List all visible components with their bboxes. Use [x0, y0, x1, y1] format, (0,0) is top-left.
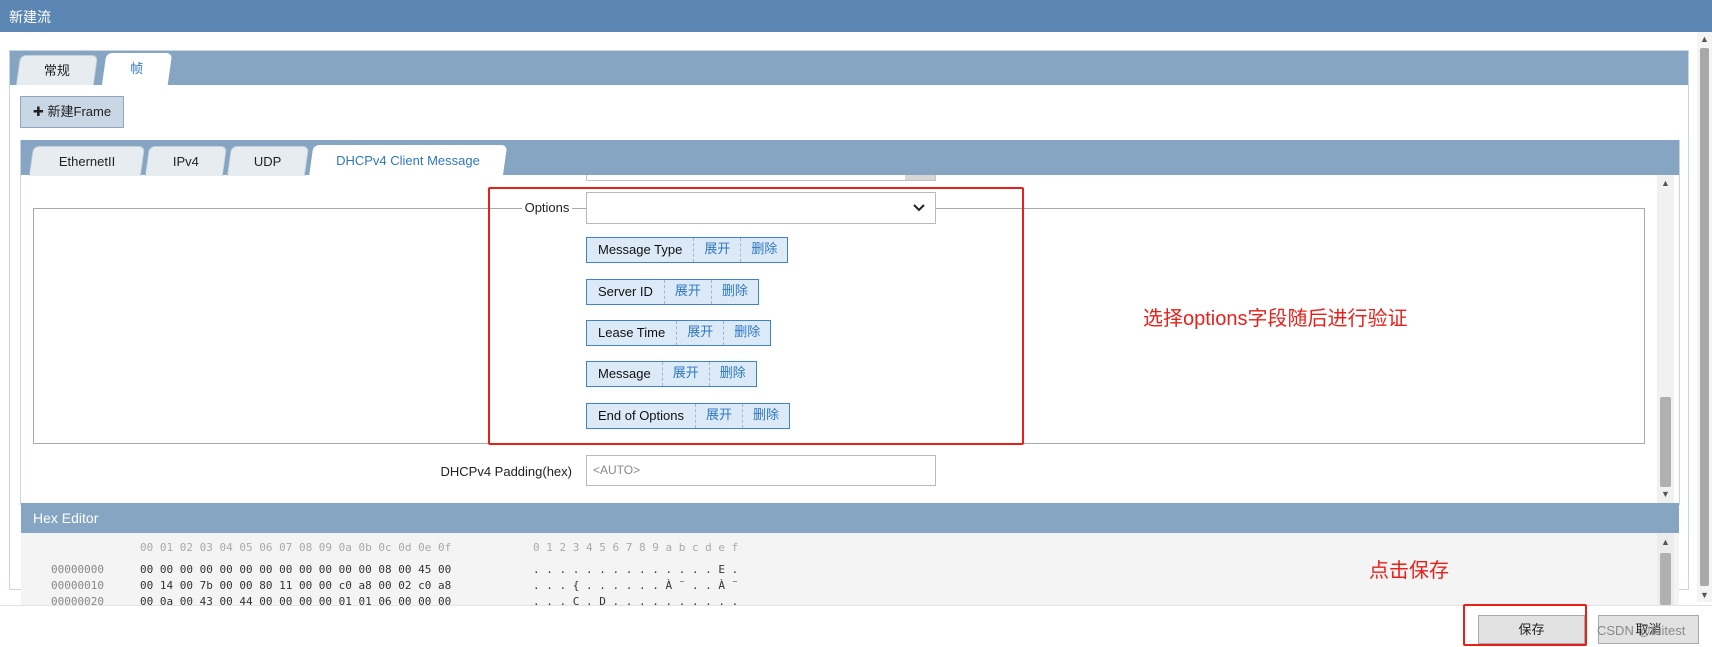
- window-titlebar: 新建流: [0, 0, 1712, 32]
- hex-scrollbar-thumb[interactable]: [1660, 553, 1671, 605]
- padding-input[interactable]: <AUTO>: [586, 455, 936, 486]
- tab-frame[interactable]: 帧: [101, 53, 173, 86]
- hex-row-ascii: . . . . . . . . . . . . . . E .: [533, 563, 739, 576]
- hex-editor-header: Hex Editor: [21, 503, 1679, 533]
- hex-row-bytes: 00 14 00 7b 00 00 80 11 00 00 c0 a8 00 0…: [140, 579, 452, 592]
- hex-editor-scrollbar[interactable]: ▲: [1657, 533, 1674, 605]
- tab-ipv4-label: IPv4: [172, 154, 199, 169]
- watermark-text: CSDN @tuitest: [1597, 623, 1686, 638]
- tab-general-label: 常规: [43, 63, 70, 78]
- hex-row-bytes: 00 0a 00 43 00 44 00 00 00 00 01 01 06 0…: [140, 595, 452, 605]
- new-frame-label: 新建Frame: [47, 104, 112, 119]
- save-annotation: 点击保存: [1369, 560, 1449, 582]
- page-scrollbar[interactable]: ▲ ▼: [1697, 32, 1712, 602]
- page-scrollbar-thumb[interactable]: [1700, 48, 1709, 586]
- tab-ethernetii-label: EthernetII: [58, 154, 116, 169]
- plus-icon: ✚: [33, 104, 44, 119]
- dialog-footer: 保存 取消: [0, 605, 1712, 647]
- hex-editor-title: Hex Editor: [33, 510, 99, 526]
- hex-row-offset: 00000020: [51, 595, 104, 605]
- tab-dhcpv4-label: DHCPv4 Client Message: [336, 153, 480, 168]
- scroll-up-arrow-icon[interactable]: ▲: [1697, 32, 1712, 46]
- tab-ethernetii[interactable]: EthernetII: [28, 146, 146, 176]
- protocol-tab-strip: EthernetII IPv4 UDP DHCPv4 Client Messag…: [21, 140, 1679, 178]
- options-highlight-box: [488, 187, 1024, 445]
- new-frame-button[interactable]: ✚ 新建Frame: [20, 96, 124, 128]
- scroll-down-arrow-icon[interactable]: ▼: [1697, 588, 1712, 602]
- window-title: 新建流: [9, 9, 51, 25]
- options-annotation: 选择options字段随后进行验证: [1143, 308, 1408, 330]
- scrolled-field-button: [905, 175, 935, 180]
- tab-udp-label: UDP: [254, 154, 282, 169]
- hex-row-ascii: . . . { . . . . . . À ¨ . . À ¨: [533, 579, 739, 592]
- frame-scroll-down-icon[interactable]: ▼: [1658, 487, 1673, 501]
- frame-scroll-up-icon[interactable]: ▲: [1658, 176, 1673, 190]
- tab-udp[interactable]: UDP: [226, 146, 310, 176]
- tab-dhcpv4-client-message[interactable]: DHCPv4 Client Message: [308, 145, 508, 178]
- hex-row-offset: 00000000: [51, 563, 104, 576]
- scrolled-field-remnant: [586, 175, 936, 181]
- tab-general[interactable]: 常规: [15, 55, 99, 85]
- hex-column-header: 00 01 02 03 04 05 06 07 08 09 0a 0b 0c 0…: [140, 541, 452, 554]
- frame-scrollbar-thumb[interactable]: [1660, 397, 1671, 487]
- tab-frame-label: 帧: [130, 61, 144, 76]
- hex-row-ascii: . . . C . D . . . . . . . . . .: [533, 595, 739, 605]
- frame-scrollbar[interactable]: ▲ ▼: [1657, 175, 1674, 503]
- save-highlight-box: [1463, 604, 1587, 646]
- tab-ipv4[interactable]: IPv4: [144, 146, 228, 176]
- top-tab-strip: 常规 帧: [10, 51, 1688, 86]
- hex-row-bytes: 00 00 00 00 00 00 00 00 00 00 00 00 08 0…: [140, 563, 452, 576]
- ascii-column-header: 0 1 2 3 4 5 6 7 8 9 a b c d e f: [533, 541, 739, 554]
- padding-label: DHCPv4 Padding(hex): [440, 464, 572, 479]
- hex-row-offset: 00000010: [51, 579, 104, 592]
- hex-scroll-up-icon[interactable]: ▲: [1658, 535, 1673, 549]
